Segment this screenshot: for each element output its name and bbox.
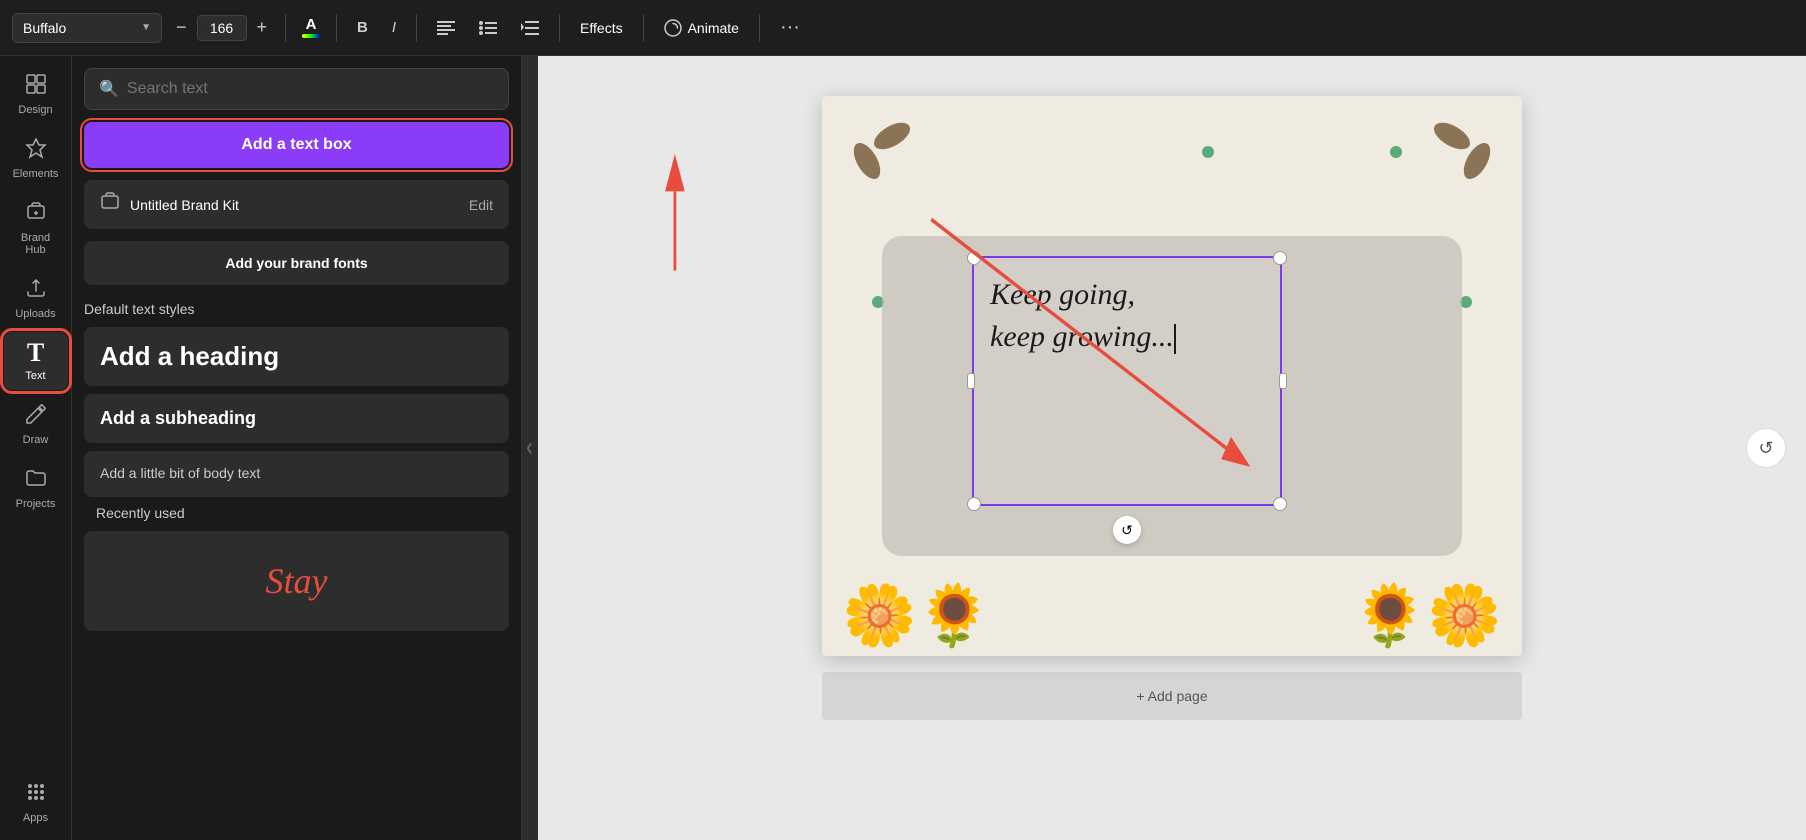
dot-deco-1 [1202, 146, 1214, 158]
sidebar-item-uploads[interactable]: Uploads [4, 268, 68, 328]
text-cursor [1174, 324, 1176, 354]
separator-1 [285, 14, 286, 42]
elements-label: Elements [13, 168, 59, 180]
brand-kit-edit-button[interactable]: Edit [469, 197, 493, 213]
separator-2 [336, 14, 337, 42]
line-spacing-button[interactable] [513, 17, 547, 39]
separator-4 [559, 14, 560, 42]
top-toolbar: Buffalo ▼ − + A B I Effects Animate ··· [0, 0, 1806, 56]
brand-kit-name: Untitled Brand Kit [130, 197, 459, 213]
canvas-text-content[interactable]: Keep going, keep growing... [974, 258, 1280, 374]
sidebar-item-draw[interactable]: Draw [4, 394, 68, 454]
default-styles-heading: Default text styles [84, 301, 509, 317]
panel-toggle[interactable]: ❮ [522, 56, 538, 840]
projects-label: Projects [16, 498, 56, 510]
uploads-icon [24, 276, 48, 304]
handle-top-right[interactable] [1273, 251, 1287, 265]
subheading-style-item[interactable]: Add a subheading [84, 394, 509, 443]
more-options-button[interactable]: ··· [772, 12, 808, 43]
font-selector[interactable]: Buffalo ▼ [12, 13, 162, 43]
decrease-font-size-button[interactable]: − [170, 15, 193, 40]
animate-button[interactable]: Animate [656, 15, 747, 41]
font-size-control: − + [170, 15, 273, 41]
dot-deco-4 [1390, 146, 1402, 158]
text-color-button[interactable]: A [298, 13, 324, 42]
heading-style-label: Add a heading [100, 341, 279, 371]
subheading-style-label: Add a subheading [100, 408, 256, 428]
sidebar-item-elements[interactable]: Elements [4, 128, 68, 188]
main-area: Design Elements Brand Hub Uploads T Text [0, 56, 1806, 840]
handle-bottom-left[interactable] [967, 497, 981, 511]
handle-top-left[interactable] [967, 251, 981, 265]
recently-used-preview[interactable]: Stay [84, 531, 509, 631]
brand-hub-icon [24, 200, 48, 228]
refresh-button[interactable]: ↺ [1746, 428, 1786, 468]
sidebar-item-projects[interactable]: Projects [4, 458, 68, 518]
projects-icon [24, 466, 48, 494]
text-label: Text [25, 370, 45, 382]
canvas-wrapper: 🌼🌻 🌻🌼 Keep going, keep growing... ↺ [822, 96, 1522, 720]
canvas-area: 🌼🌻 🌻🌼 Keep going, keep growing... ↺ [538, 56, 1806, 840]
draw-icon [24, 402, 48, 430]
list-button[interactable] [471, 17, 505, 39]
heading-style-item[interactable]: Add a heading [84, 327, 509, 386]
draw-label: Draw [23, 434, 49, 446]
font-name-display: Buffalo [23, 20, 66, 36]
handle-mid-left[interactable] [967, 373, 975, 389]
flower-bottom-right: 🌻🌼 [1353, 580, 1502, 651]
rotate-handle[interactable]: ↺ [1113, 516, 1141, 544]
uploads-label: Uploads [15, 308, 55, 320]
search-icon: 🔍 [99, 79, 119, 99]
increase-font-size-button[interactable]: + [251, 15, 274, 40]
italic-button[interactable]: I [384, 15, 404, 40]
recently-used-heading: Recently used [96, 505, 497, 521]
text-line-2-content: keep growing... [990, 320, 1174, 353]
recently-used-section: Recently used Stay [84, 505, 509, 631]
text-icon: T [27, 340, 44, 366]
design-label: Design [18, 104, 52, 116]
search-input[interactable] [127, 80, 494, 98]
apps-label: Apps [23, 812, 48, 824]
flower-bottom-left: 🌼🌻 [842, 580, 991, 651]
design-canvas[interactable]: 🌼🌻 🌻🌼 Keep going, keep growing... ↺ [822, 96, 1522, 656]
separator-6 [759, 14, 760, 42]
font-size-input[interactable] [197, 15, 247, 41]
selected-textbox[interactable]: Keep going, keep growing... ↺ [972, 256, 1282, 506]
align-button[interactable] [429, 17, 463, 39]
apps-icon [24, 780, 48, 808]
text-line-2: keep growing... [990, 316, 1264, 358]
color-bar [302, 34, 320, 38]
body-style-item[interactable]: Add a little bit of body text [84, 451, 509, 497]
brand-hub-label: Brand Hub [10, 232, 62, 256]
separator-3 [416, 14, 417, 42]
elements-icon [24, 136, 48, 164]
color-letter: A [306, 17, 317, 32]
icon-sidebar: Design Elements Brand Hub Uploads T Text [0, 56, 72, 840]
animate-label: Animate [688, 20, 739, 36]
add-textbox-button[interactable]: Add a text box [84, 122, 509, 168]
add-brand-fonts-button[interactable]: Add your brand fonts [84, 241, 509, 285]
handle-mid-right[interactable] [1279, 373, 1287, 389]
brand-kit-section: Untitled Brand Kit Edit [84, 180, 509, 229]
deco-top-right [1427, 106, 1507, 191]
font-selector-chevron: ▼ [141, 22, 151, 33]
sidebar-item-brand-hub[interactable]: Brand Hub [4, 192, 68, 264]
sidebar-item-text[interactable]: T Text [4, 332, 68, 390]
search-bar: 🔍 [84, 68, 509, 110]
text-line-1: Keep going, [990, 274, 1264, 316]
sidebar-item-design[interactable]: Design [4, 64, 68, 124]
body-style-label: Add a little bit of body text [100, 465, 260, 481]
bold-button[interactable]: B [349, 15, 376, 40]
effects-button[interactable]: Effects [572, 16, 631, 40]
left-panel: 🔍 Add a text box Untitled Brand Kit Edit… [72, 56, 522, 840]
deco-top-left [837, 106, 917, 191]
design-icon [24, 72, 48, 100]
handle-bottom-right[interactable] [1273, 497, 1287, 511]
add-page-bar[interactable]: + Add page [822, 672, 1522, 720]
sidebar-item-apps[interactable]: Apps [4, 772, 68, 832]
separator-5 [643, 14, 644, 42]
stay-preview-text: Stay [266, 560, 328, 602]
brand-kit-icon [100, 192, 120, 217]
